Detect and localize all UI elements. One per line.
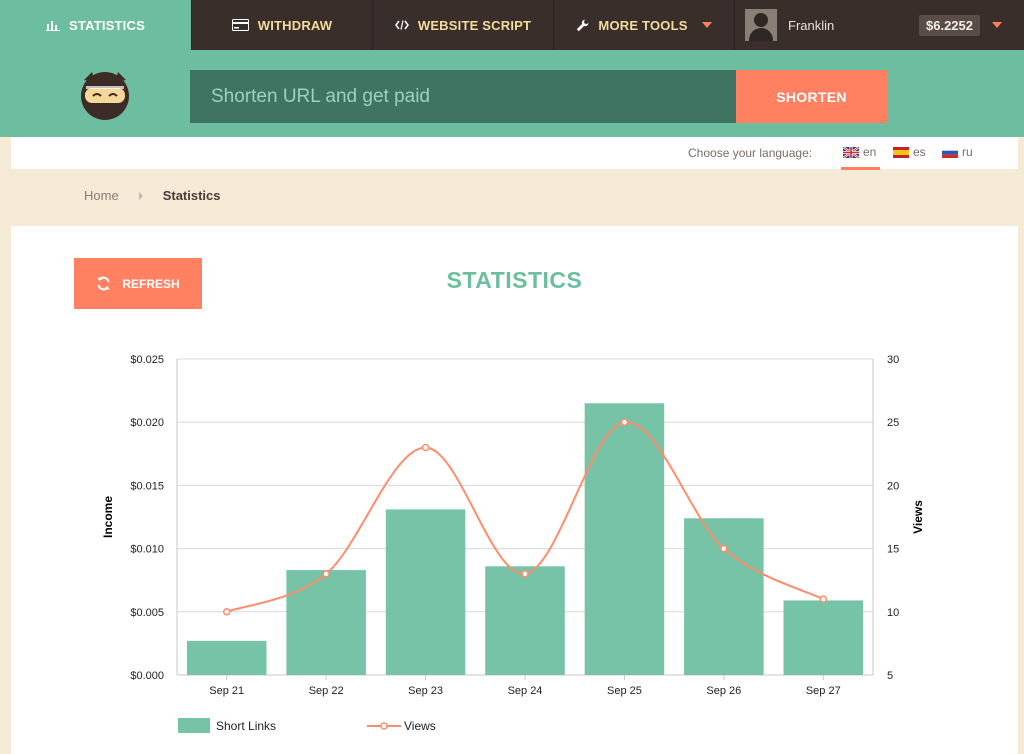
nav-statistics-label: STATISTICS <box>69 17 145 33</box>
y-right-tick-label: 25 <box>887 417 899 429</box>
nav-website-script[interactable]: WEBSITE SCRIPT <box>373 0 554 50</box>
bar-sep-23 <box>385 509 466 675</box>
user-menu[interactable]: Franklin $6.2252 <box>735 0 1024 50</box>
views-point-sep-26 <box>720 544 728 553</box>
y-right-tick-label: 20 <box>887 480 899 492</box>
russia-flag-icon <box>942 146 958 158</box>
chevron-down-icon[interactable] <box>992 22 1002 28</box>
x-tick-label: Sep 22 <box>309 685 344 697</box>
shorten-url-input[interactable]: Shorten URL and get paid <box>190 70 736 123</box>
language-code-en: en <box>863 145 877 159</box>
chevron-down-icon <box>701 22 712 28</box>
x-tick-label: Sep 25 <box>607 685 642 697</box>
shortener-band: Shorten URL and get paid SHORTEN <box>0 50 1024 137</box>
y-tick-label: $0.015 <box>130 480 164 492</box>
avatar <box>745 9 777 41</box>
top-navigation: STATISTICS WITHDRAW WEBSITE SCRIPT MORE … <box>0 0 1024 50</box>
y-right-tick-label: 10 <box>887 607 899 619</box>
x-tick-label: Sep 23 <box>408 685 443 697</box>
code-icon <box>394 20 409 30</box>
shorten-button[interactable]: SHORTEN <box>736 70 887 123</box>
nav-withdraw[interactable]: WITHDRAW <box>192 0 373 50</box>
bar-chart-icon <box>46 19 61 31</box>
nav-website-script-label: WEBSITE SCRIPT <box>417 17 532 33</box>
views-point-sep-27 <box>819 595 828 603</box>
chevron-right-icon <box>138 191 143 200</box>
statistics-chart: $0.000 $0.005 $0.010 $0.015 $0.020 $0.025 5 10 1… <box>101 354 925 733</box>
nav-withdraw-label: WITHDRAW <box>257 17 333 33</box>
balance-badge: $6.2252 <box>919 14 980 36</box>
nav-more-tools-label: MORE TOOLS <box>598 17 688 33</box>
bar-sep-24 <box>485 566 565 675</box>
language-option-es[interactable]: es <box>893 145 926 159</box>
y-tick-label: $0.000 <box>130 670 164 682</box>
nav-statistics[interactable]: STATISTICS <box>0 0 192 50</box>
language-option-ru[interactable]: ru <box>942 145 973 159</box>
ninja-logo <box>81 72 129 120</box>
y-tick-label: $0.010 <box>130 544 164 556</box>
x-tick-label: Sep 26 <box>706 685 741 697</box>
bar-sep-21 <box>186 640 267 675</box>
statistics-panel: REFRESH STATISTICS $0.000 $0.005 $0.010 $0.… <box>11 226 1018 754</box>
language-label: Choose your language: <box>688 146 813 160</box>
legend-swatch-short-links <box>178 718 210 733</box>
y-tick-label: $0.025 <box>130 354 164 366</box>
views-point-sep-25 <box>620 418 629 426</box>
legend-label-short-links: Short Links <box>216 719 276 733</box>
credit-card-icon <box>231 19 249 31</box>
bar-sep-22 <box>286 570 366 675</box>
breadcrumb-current: Statistics <box>162 188 221 203</box>
wrench-icon <box>576 19 589 32</box>
y-right-tick-label: 30 <box>887 354 899 366</box>
y-tick-label: $0.020 <box>130 417 164 429</box>
y-right-tick-label: 15 <box>887 544 899 556</box>
language-bar: Choose your language: en es ru <box>11 137 1018 170</box>
x-tick-label: Sep 24 <box>508 685 543 697</box>
shorten-url-placeholder: Shorten URL and get paid <box>211 85 431 107</box>
nav-more-tools[interactable]: MORE TOOLS <box>554 0 735 50</box>
spain-flag-icon <box>893 146 909 158</box>
bar-sep-25 <box>584 403 665 675</box>
uk-flag-icon <box>843 146 859 158</box>
views-point-sep-22 <box>322 570 330 578</box>
breadcrumb: Home Statistics <box>84 188 221 203</box>
language-code-ru: ru <box>962 145 973 159</box>
legend-marker-views <box>380 722 388 730</box>
y-right-axis-title: Views <box>911 500 925 534</box>
bar-sep-27 <box>783 600 864 675</box>
breadcrumb-home[interactable]: Home <box>84 188 119 203</box>
views-point-sep-21 <box>222 608 231 616</box>
bar-sep-26 <box>684 518 764 675</box>
language-code-es: es <box>913 145 926 159</box>
x-tick-label: Sep 27 <box>806 685 841 697</box>
y-axis-title: Income <box>101 496 115 538</box>
username: Franklin <box>788 17 835 33</box>
y-tick-label: $0.005 <box>130 607 164 619</box>
views-point-sep-24 <box>521 570 529 578</box>
views-point-sep-23 <box>421 443 430 452</box>
legend-label-views: Views <box>404 719 436 733</box>
y-right-tick-label: 5 <box>887 670 893 682</box>
language-option-en[interactable]: en <box>840 145 881 170</box>
x-tick-label: Sep 21 <box>209 685 244 697</box>
